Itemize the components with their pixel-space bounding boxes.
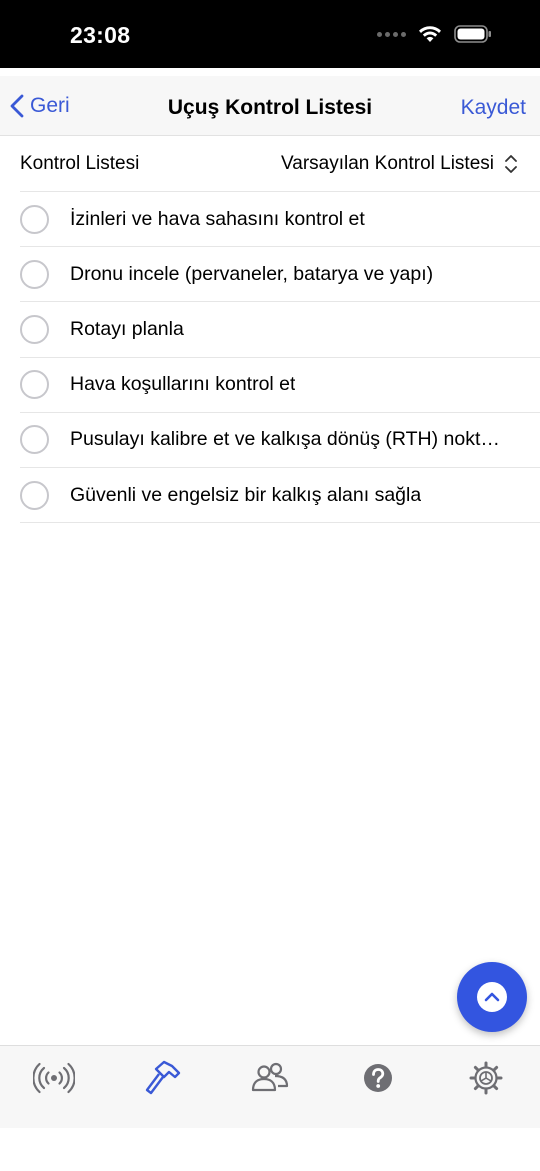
checklist-item-text: Rotayı planla: [70, 317, 184, 340]
chevron-up-down-icon: [505, 155, 517, 173]
help-icon: [364, 1064, 392, 1092]
status-icons: [377, 25, 492, 43]
broadcast-icon: [33, 1062, 75, 1094]
checklist-item[interactable]: Güvenli ve engelsiz bir kalkış alanı sağ…: [20, 468, 540, 524]
tab-broadcast[interactable]: [29, 1058, 79, 1098]
checklist-item-text: Hava koşullarını kontrol et: [70, 373, 296, 396]
navigation-bar: Geri Uçuş Kontrol Listesi Kaydet: [0, 76, 540, 136]
chevron-up-icon: [477, 982, 507, 1012]
status-bar: 23:08: [0, 0, 540, 68]
checklist-item[interactable]: Dronu incele (pervaneler, batarya ve yap…: [20, 247, 540, 303]
tab-settings[interactable]: [461, 1058, 511, 1098]
checklist-item[interactable]: Rotayı planla: [20, 302, 540, 358]
battery-icon: [454, 25, 491, 43]
scroll-to-top-button[interactable]: [457, 962, 527, 1032]
tab-bar: [0, 1045, 540, 1128]
cellular-signal-icon: [377, 31, 406, 37]
checklist: İzinleri ve hava sahasını kontrol et Dro…: [20, 192, 540, 524]
gear-icon: [469, 1061, 503, 1095]
checklist-picker[interactable]: Varsayılan Kontrol Listesi: [281, 153, 518, 175]
save-button[interactable]: Kaydet: [461, 96, 526, 120]
status-time: 23:08: [70, 22, 131, 48]
checkbox-circle-icon[interactable]: [20, 480, 49, 510]
checkbox-circle-icon[interactable]: [20, 425, 49, 455]
page-title: Uçuş Kontrol Listesi: [167, 96, 373, 119]
tab-tools[interactable]: [137, 1058, 187, 1098]
tab-people[interactable]: [245, 1058, 295, 1098]
hammer-icon: [145, 1060, 181, 1095]
checklist-picker-label: Kontrol Listesi: [20, 153, 140, 174]
checklist-picker-value: Varsayılan Kontrol Listesi: [281, 153, 494, 174]
checklist-item[interactable]: İzinleri ve hava sahasını kontrol et: [20, 192, 540, 248]
tab-help[interactable]: [353, 1058, 403, 1098]
checkbox-circle-icon[interactable]: [20, 314, 49, 344]
wifi-icon: [419, 26, 441, 42]
people-icon: [251, 1062, 289, 1092]
checklist-item-text: Pusulayı kalibre et ve kalkışa dönüş (RT…: [70, 428, 510, 451]
checklist-item-text: İzinleri ve hava sahasını kontrol et: [70, 207, 365, 230]
checklist-item[interactable]: Pusulayı kalibre et ve kalkışa dönüş (RT…: [20, 413, 540, 468]
checkbox-circle-icon[interactable]: [20, 204, 49, 234]
checklist-item-text: Dronu incele (pervaneler, batarya ve yap…: [70, 262, 434, 285]
checklist-picker-row: Kontrol Listesi Varsayılan Kontrol Liste…: [20, 136, 540, 192]
checkbox-circle-icon[interactable]: [20, 370, 49, 400]
checklist-item[interactable]: Hava koşullarını kontrol et: [20, 358, 540, 413]
checkbox-circle-icon[interactable]: [20, 259, 49, 289]
checklist-item-text: Güvenli ve engelsiz bir kalkış alanı sağ…: [70, 483, 422, 506]
